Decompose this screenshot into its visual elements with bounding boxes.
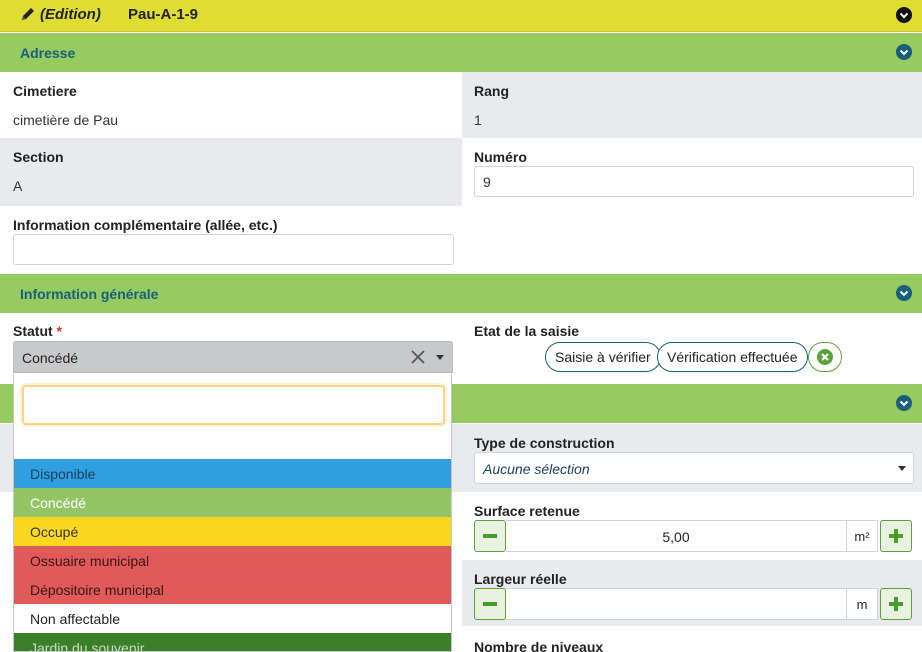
statut-selected-value: Concédé: [22, 350, 79, 366]
rang-label: Rang: [474, 83, 509, 99]
caret-down-icon[interactable]: [898, 466, 906, 471]
section-value: A: [13, 178, 23, 194]
section-cell: [0, 138, 462, 206]
pencil-icon: [20, 6, 36, 22]
statut-label: Statut *: [13, 323, 63, 339]
construction-label: Type de construction: [474, 435, 615, 451]
section-adresse-title: Adresse: [20, 45, 76, 61]
caret-down-icon[interactable]: [436, 355, 444, 360]
edition-label: (Edition): [40, 6, 101, 23]
chevron-down-icon[interactable]: [896, 285, 912, 301]
statut-option[interactable]: Non affectable: [14, 604, 451, 633]
minus-icon: [483, 534, 497, 538]
statut-search-input[interactable]: [22, 385, 445, 425]
clear-etat-button[interactable]: [808, 342, 842, 372]
cimetiere-value: cimetière de Pau: [13, 112, 119, 128]
statut-option[interactable]: Occupé: [14, 517, 451, 546]
close-icon: [817, 349, 833, 368]
record-header: (Edition) Pau-A-1-9: [0, 0, 922, 32]
saisie-a-verifier-button[interactable]: Saisie à vérifier: [545, 342, 661, 372]
statut-option[interactable]: Disponible: [14, 459, 451, 488]
statut-select[interactable]: Concédé: [13, 341, 453, 373]
statut-option[interactable]: Ossuaire municipal: [14, 546, 451, 575]
section-general-header[interactable]: Information générale: [0, 274, 922, 313]
section-label: Section: [13, 149, 64, 165]
chevron-down-icon[interactable]: [896, 7, 912, 23]
minus-icon: [483, 602, 497, 606]
numero-label: Numéro: [474, 149, 527, 165]
chevron-down-icon[interactable]: [896, 395, 912, 411]
info-complementaire-label: Information complémentaire (allée, etc.): [13, 217, 278, 233]
construction-selected-value: Aucune sélection: [483, 461, 590, 477]
statut-dropdown: Disponible Concédé Occupé Ossuaire municipa…: [13, 374, 452, 652]
required-marker: *: [56, 323, 63, 339]
info-complementaire-input[interactable]: [13, 234, 454, 265]
surface-unit: m²: [846, 520, 878, 552]
section-adresse-header[interactable]: Adresse: [0, 33, 922, 72]
plus-icon: [889, 597, 903, 611]
plus-icon: [889, 529, 903, 543]
largeur-input[interactable]: [506, 588, 846, 620]
surface-label: Surface retenue: [474, 503, 580, 519]
surface-increment-button[interactable]: [880, 520, 912, 552]
niveaux-label: Nombre de niveaux: [474, 639, 604, 652]
surface-input[interactable]: 5,00: [506, 520, 846, 552]
statut-option[interactable]: Dépositoire municipal: [14, 575, 451, 604]
statut-option[interactable]: Jardin du souvenir: [14, 633, 451, 651]
verification-effectuee-button[interactable]: Vérification effectuée: [657, 342, 808, 372]
largeur-increment-button[interactable]: [880, 588, 912, 620]
construction-select[interactable]: Aucune sélection: [474, 452, 914, 484]
largeur-decrement-button[interactable]: [474, 588, 506, 620]
cimetiere-label: Cimetiere: [13, 83, 77, 99]
largeur-label: Largeur réelle: [474, 571, 567, 587]
rang-cell: [462, 72, 922, 138]
statut-option[interactable]: Concédé: [14, 488, 451, 517]
chevron-down-icon[interactable]: [896, 44, 912, 60]
numero-input[interactable]: 9: [474, 166, 914, 197]
close-icon[interactable]: [410, 349, 426, 365]
largeur-unit: m: [846, 588, 878, 620]
etat-saisie-label: Etat de la saisie: [474, 323, 580, 339]
record-name: Pau-A-1-9: [128, 6, 199, 23]
surface-decrement-button[interactable]: [474, 520, 506, 552]
section-general-title: Information générale: [20, 286, 159, 302]
rang-value: 1: [474, 112, 482, 128]
